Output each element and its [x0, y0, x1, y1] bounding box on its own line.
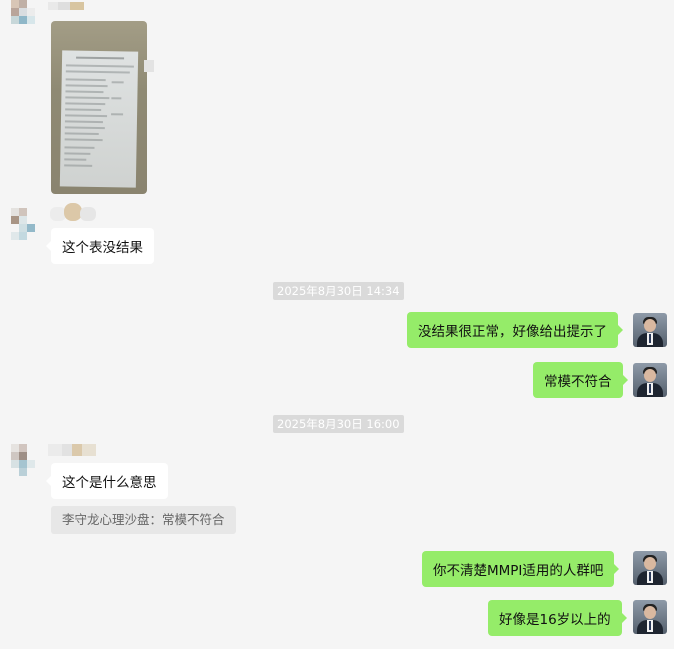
outgoing-message-bubble[interactable]: 好像是16岁以上的	[488, 600, 627, 636]
outgoing-message-bubble[interactable]: 没结果很正常，好像给出提示了	[407, 312, 623, 348]
bubble-tail	[613, 563, 620, 575]
contact-avatar[interactable]	[11, 0, 43, 38]
avatar-pixel	[19, 0, 27, 8]
message-text: 这个是什么意思	[62, 475, 157, 491]
avatar-pixel	[19, 16, 27, 24]
message-text: 你不清楚MMPI适用的人群吧	[433, 563, 604, 579]
my-avatar[interactable]	[633, 313, 667, 347]
my-avatar[interactable]	[633, 551, 667, 585]
contact-avatar[interactable]	[11, 444, 43, 482]
message-text: 常模不符合	[544, 374, 612, 390]
avatar-pixel	[11, 8, 19, 16]
bubble-tail	[617, 324, 623, 336]
message-text: 好像是16岁以上的	[499, 612, 611, 628]
incoming-message-bubble[interactable]: 这个是什么意思	[46, 463, 168, 499]
my-avatar[interactable]	[633, 363, 667, 397]
avatar-pixel	[19, 8, 27, 16]
timestamp: 2025年8月30日 14:34	[273, 282, 404, 300]
avatar-pixel	[11, 0, 19, 8]
contact-avatar[interactable]	[11, 208, 43, 246]
outgoing-message-bubble[interactable]: 常模不符合	[533, 362, 628, 398]
contact-name-blur	[50, 203, 98, 223]
outgoing-message-bubble[interactable]: 你不清楚MMPI适用的人群吧	[422, 551, 620, 587]
photo-overlay-blur	[144, 60, 154, 72]
bubble-tail	[46, 240, 52, 252]
bubble-tail	[620, 612, 627, 624]
bubble-tail	[621, 374, 628, 386]
avatar-pixel	[27, 8, 35, 16]
shared-photo[interactable]	[51, 21, 147, 194]
my-avatar[interactable]	[633, 600, 667, 634]
bubble-tail	[46, 475, 52, 487]
quoted-reply[interactable]: 李守龙心理沙盘：常模不符合	[51, 506, 236, 534]
message-text: 这个表没结果	[62, 240, 143, 256]
avatar-pixel	[11, 16, 19, 24]
timestamp: 2025年8月30日 16:00	[273, 415, 404, 433]
avatar-pixel	[27, 16, 35, 24]
incoming-message-bubble[interactable]: 这个表没结果	[46, 228, 154, 264]
photo-paper	[59, 50, 139, 188]
contact-name-blur	[48, 444, 98, 456]
contact-name-blur	[48, 2, 88, 12]
message-text: 没结果很正常，好像给出提示了	[418, 324, 607, 340]
